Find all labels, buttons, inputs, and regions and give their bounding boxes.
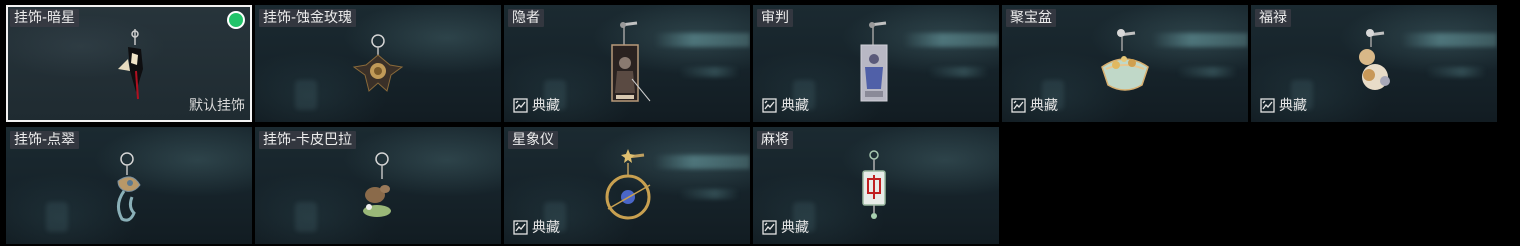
charm-card-mahjong[interactable]: 麻将 典藏 — [753, 127, 999, 244]
collection-badge: 典藏 — [1011, 95, 1058, 115]
collection-icon — [1260, 97, 1275, 113]
collection-label: 典藏 — [781, 220, 809, 236]
charm-card-jubaopen[interactable]: 聚宝盆 典藏 — [1002, 5, 1248, 122]
collection-icon — [513, 219, 528, 235]
charm-card-anxing[interactable]: 挂饰-暗星 默认挂饰 — [6, 5, 252, 122]
charm-card-shijin-rose[interactable]: 挂饰-蚀金玫瑰 — [255, 5, 501, 122]
charm-card-armillary[interactable]: 星象仪 典藏 — [504, 127, 750, 244]
collection-icon — [762, 97, 777, 113]
capybara-charm-icon — [363, 152, 391, 217]
collection-label: 典藏 — [1279, 98, 1307, 114]
phoenix-charm-icon — [117, 152, 141, 222]
collection-label: 典藏 — [781, 98, 809, 114]
collection-label: 典藏 — [1030, 98, 1058, 114]
charm-card-fulu[interactable]: 福禄 典藏 — [1251, 5, 1497, 122]
collection-badge: 典藏 — [1260, 95, 1307, 115]
collection-badge: 典藏 — [762, 95, 809, 115]
charm-card-hermit[interactable]: 隐者 典藏 — [504, 5, 750, 122]
charm-card-judgement[interactable]: 审判 典藏 — [753, 5, 999, 122]
collection-label: 典藏 — [532, 98, 560, 114]
rose-charm-icon — [352, 34, 404, 92]
collection-icon — [513, 97, 528, 113]
charm-card-diancui[interactable]: 挂饰-点翠 — [6, 127, 252, 244]
charm-card-capybara[interactable]: 挂饰-卡皮巴拉 — [255, 127, 501, 244]
charm-grid: 挂饰-暗星 默认挂饰 挂饰-蚀金玫瑰 隐者 典藏 审判 典藏 聚宝盆 典藏 福禄… — [6, 5, 1497, 244]
collection-label: 典藏 — [532, 220, 560, 236]
collection-badge: 典藏 — [762, 217, 809, 237]
collection-icon — [1011, 97, 1026, 113]
collection-badge: 典藏 — [513, 95, 560, 115]
default-charm-label: 默认挂饰 — [189, 98, 245, 114]
collection-badge: 典藏 — [513, 217, 560, 237]
collection-icon — [762, 219, 777, 235]
